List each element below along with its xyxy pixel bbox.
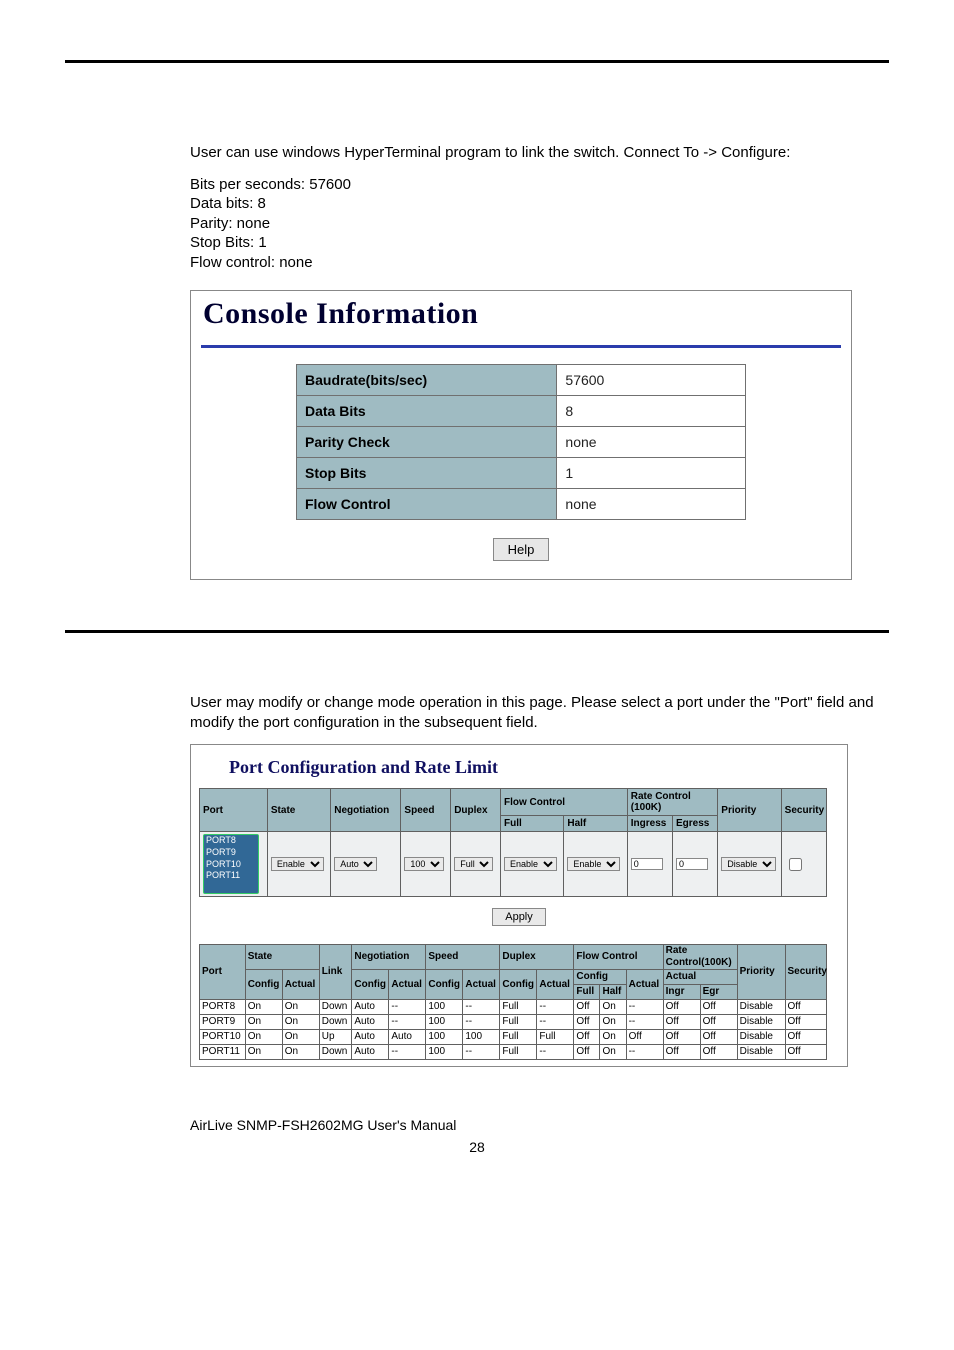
port-title: Port Configuration and Rate Limit [229, 757, 839, 778]
speed-select[interactable]: 100 [404, 857, 444, 871]
hdr-priority: Priority [718, 789, 781, 832]
port-option[interactable]: PORT10 [204, 859, 258, 871]
table-row: PORT9OnOnDownAuto--100--Full--OffOn--Off… [200, 1015, 827, 1030]
footer-text: AirLive SNMP-FSH2602MG User's Manual [190, 1117, 889, 1133]
shdr-act: Actual [537, 970, 574, 1000]
duplex-select[interactable]: Full [454, 857, 493, 871]
port-option[interactable]: PORT11 [204, 870, 258, 882]
ingress-input[interactable] [631, 858, 663, 870]
shdr-port: Port [200, 945, 246, 1000]
shdr-half: Half [600, 985, 626, 1000]
hdr-ingress: Ingress [627, 816, 672, 832]
hdr-flow: Flow Control [500, 789, 627, 816]
console-label: Flow Control [297, 489, 557, 520]
console-table: Baudrate(bits/sec)57600Data Bits8Parity … [296, 364, 746, 520]
shdr-egr: Egr [700, 985, 737, 1000]
shdr-cfg: Config [352, 970, 389, 1000]
shdr-cfg: Config [500, 970, 537, 1000]
shdr-act: Actual [626, 970, 663, 1000]
help-button[interactable]: Help [493, 538, 550, 561]
flow-half-select[interactable]: Enable [567, 857, 620, 871]
console-value: none [557, 489, 746, 520]
console-label: Baudrate(bits/sec) [297, 365, 557, 396]
hdr-full: Full [500, 816, 563, 832]
shdr-act: Actual [389, 970, 426, 1000]
port-status-table: Port State Link Negotiation Speed Duplex… [199, 944, 827, 1060]
setting-line: Stop Bits: 1 [190, 233, 889, 253]
negotiation-select[interactable]: Auto [334, 857, 377, 871]
port-selector[interactable]: PORT8PORT9PORT10PORT11 [203, 834, 259, 894]
setting-line: Bits per seconds: 57600 [190, 175, 889, 195]
console-label: Data Bits [297, 396, 557, 427]
shdr-sec: Security [785, 945, 826, 1000]
port-config-table: Port State Negotiation Speed Duplex Flow… [199, 788, 827, 897]
console-label: Stop Bits [297, 458, 557, 489]
section1-intro: User can use windows HyperTerminal progr… [190, 143, 889, 163]
shdr-cfg: Config [245, 970, 282, 1000]
section2-intro: User may modify or change mode operation… [190, 693, 889, 732]
hdr-state: State [267, 789, 330, 832]
port-option[interactable]: PORT9 [204, 847, 258, 859]
apply-button[interactable]: Apply [492, 908, 546, 926]
rule [65, 60, 889, 63]
hdr-rate: Rate Control (100K) [627, 789, 718, 816]
shdr-act: Actual [282, 970, 319, 1000]
shdr-prio: Priority [737, 945, 785, 1000]
rule [65, 630, 889, 633]
console-panel: Console Information Baudrate(bits/sec)57… [190, 290, 852, 580]
hdr-speed: Speed [401, 789, 451, 832]
setting-line: Flow control: none [190, 253, 889, 273]
shdr-act: Actual [463, 970, 500, 1000]
shdr-act: Actual [663, 970, 737, 985]
shdr-cfg: Config [426, 970, 463, 1000]
shdr-duplex: Duplex [500, 945, 574, 970]
section1-settings: Bits per seconds: 57600Data bits: 8Parit… [190, 175, 889, 273]
shdr-flow: Flow Control [574, 945, 663, 970]
shdr-state: State [245, 945, 319, 970]
hdr-port: Port [200, 789, 268, 832]
console-label: Parity Check [297, 427, 557, 458]
shdr-full: Full [574, 985, 600, 1000]
security-checkbox[interactable] [789, 858, 802, 871]
state-select[interactable]: Enable [271, 857, 324, 871]
hdr-egress: Egress [673, 816, 718, 832]
hdr-half: Half [564, 816, 627, 832]
setting-line: Data bits: 8 [190, 194, 889, 214]
table-row: PORT8OnOnDownAuto--100--Full--OffOn--Off… [200, 1000, 827, 1015]
shdr-ingr: Ingr [663, 985, 700, 1000]
hdr-negotiation: Negotiation [331, 789, 401, 832]
setting-line: Parity: none [190, 214, 889, 234]
egress-input[interactable] [676, 858, 708, 870]
table-row: PORT11OnOnDownAuto--100--Full--OffOn--Of… [200, 1045, 827, 1060]
port-option[interactable]: PORT8 [204, 835, 258, 847]
console-value: 8 [557, 396, 746, 427]
title-rule [201, 345, 841, 348]
port-panel: Port Configuration and Rate Limit Port S… [190, 744, 848, 1067]
page-number: 28 [65, 1139, 889, 1155]
hdr-security: Security [781, 789, 826, 832]
console-value: 1 [557, 458, 746, 489]
table-row: PORT10OnOnUpAutoAuto100100FullFullOffOnO… [200, 1030, 827, 1045]
console-value: 57600 [557, 365, 746, 396]
flow-full-select[interactable]: Enable [504, 857, 557, 871]
hdr-duplex: Duplex [451, 789, 501, 832]
console-title: Console Information [203, 297, 841, 331]
shdr-link: Link [319, 945, 352, 1000]
shdr-rate: Rate Control(100K) [663, 945, 737, 970]
priority-select[interactable]: Disable [721, 857, 776, 871]
shdr-speed: Speed [426, 945, 500, 970]
console-value: none [557, 427, 746, 458]
shdr-neg: Negotiation [352, 945, 426, 970]
shdr-cfg: Config [574, 970, 626, 985]
